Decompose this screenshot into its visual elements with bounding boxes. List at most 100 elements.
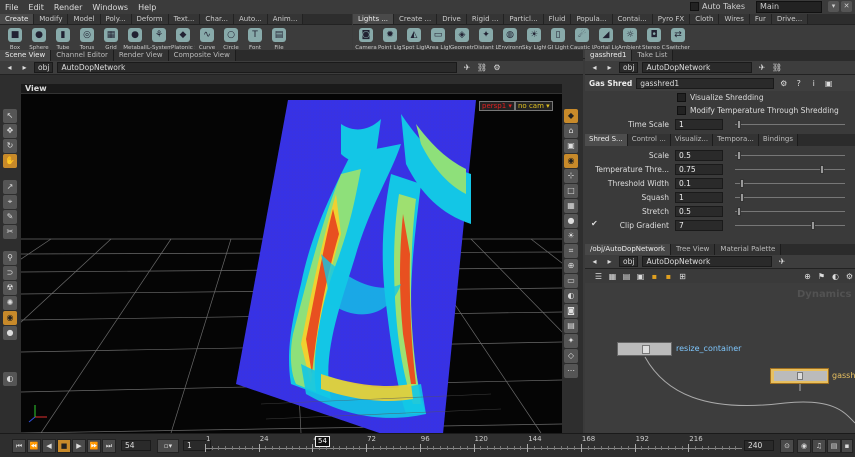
visualize-shredding-checkbox[interactable] (677, 93, 686, 102)
visualize-shredding-row[interactable]: Visualize Shredding (585, 91, 855, 104)
menu-file[interactable]: File (0, 3, 23, 12)
keyframe-icon[interactable]: ⊙ (780, 439, 794, 453)
time-scale-slider[interactable] (735, 120, 845, 129)
param-slider[interactable] (735, 179, 845, 188)
spot-light-tool[interactable]: ◭Spot Light (402, 28, 426, 51)
tab-control[interactable]: Control ... (627, 134, 671, 146)
path-network[interactable]: AutoDopNetwork (642, 62, 753, 73)
font-tool[interactable]: T Font (244, 28, 266, 51)
tab-channel-editor[interactable]: Channel Editor (51, 50, 114, 61)
visual-icon[interactable]: ◇ (564, 349, 578, 363)
window-close-icon[interactable]: ✕ (841, 1, 852, 12)
timeline-scrubber[interactable]: 124487296120144168192216 54 (205, 434, 742, 457)
slider-knob[interactable] (737, 151, 742, 160)
stop-icon[interactable]: ■ (57, 438, 71, 453)
camera-lock-icon[interactable]: ◉ (564, 154, 578, 168)
tile-icon[interactable]: ▤ (621, 271, 632, 282)
grid-view-icon[interactable]: ▦ (607, 271, 618, 282)
shelf-tab-container[interactable]: Contai... (612, 14, 653, 24)
param-slider[interactable] (735, 207, 845, 216)
param-value-field[interactable]: 0.5 (675, 205, 723, 217)
shelf-tab-wires[interactable]: Wires (719, 14, 750, 24)
guide-icon[interactable]: ⊕ (564, 259, 578, 273)
modify-temperature-row[interactable]: Modify Temperature Through Shredding (585, 104, 855, 117)
handle-tool-icon[interactable]: ⌖ (3, 195, 17, 209)
view-tool-icon[interactable]: ✋ (3, 154, 17, 168)
frame-icon[interactable]: ▣ (564, 139, 578, 153)
grid-toggle-icon[interactable]: ⌗ (564, 244, 578, 258)
tab-render-view[interactable]: Render View (113, 50, 169, 61)
go-to-end-icon[interactable]: ⏭ (102, 438, 116, 453)
frame-step-dropdown[interactable]: ▫▾ (157, 438, 179, 453)
shelf-tab-particles[interactable]: Particl... (504, 14, 544, 24)
path-root[interactable]: obj (619, 62, 639, 73)
persp-camera-dropdown[interactable]: persp1 ▾ (479, 101, 515, 111)
ambient-light-tool[interactable]: ☼Ambient L... (618, 28, 642, 51)
shaded-icon[interactable]: ● (564, 214, 578, 228)
select-tool-icon[interactable]: ↖ (3, 109, 17, 123)
shelf-tab-auto[interactable]: Auto... (233, 14, 268, 24)
shelf-tab-populate[interactable]: Popula... (571, 14, 613, 24)
step-forward-icon[interactable]: ⏩ (87, 438, 101, 453)
platonic-tool[interactable]: ◆Platonic S... (171, 28, 195, 51)
play-icon[interactable]: ▶ (72, 438, 86, 453)
auto-takes-checkbox[interactable] (690, 2, 699, 11)
cam-dropdown[interactable]: no cam ▾ (515, 101, 553, 111)
portal-light-tool[interactable]: ◢Portal Light (594, 28, 618, 51)
shelf-tab-create[interactable]: Create (0, 14, 35, 24)
slider-knob[interactable] (740, 179, 745, 188)
metaball-tool[interactable]: ● Metaball (123, 28, 147, 51)
layout-icon[interactable]: ⊞ (677, 271, 688, 282)
node-resize-container[interactable] (617, 342, 672, 356)
color-icon[interactable]: ◐ (830, 271, 841, 282)
shelf-tab-text[interactable]: Text... (168, 14, 201, 24)
slider-knob[interactable] (740, 193, 745, 202)
pin-icon[interactable]: ✈ (461, 62, 472, 73)
brush-tool-icon[interactable]: ✎ (3, 210, 17, 224)
tab-bindings[interactable]: Bindings (758, 134, 799, 146)
dynamics-tool-icon[interactable]: ☢ (3, 281, 17, 295)
info-icon[interactable]: i (808, 78, 819, 89)
tab-take-list[interactable]: Take List (632, 50, 674, 61)
flipbook-icon[interactable]: ▤ (564, 319, 578, 333)
settings-icon[interactable]: ⚙ (844, 271, 855, 282)
param-slider[interactable] (735, 221, 845, 230)
help-icon[interactable]: ? (793, 78, 804, 89)
sim-options-icon[interactable]: ▪ (841, 439, 853, 453)
pin-icon[interactable]: ✈ (756, 62, 767, 73)
rotate-tool-icon[interactable]: ↻ (3, 139, 17, 153)
box-tool[interactable]: ■ Box (4, 28, 26, 51)
step-back-icon[interactable]: ⏪ (27, 438, 41, 453)
tab-network-path[interactable]: /obj/AutoDopNetwork (585, 244, 671, 255)
grid-tool[interactable]: ▦ Grid (100, 28, 122, 51)
light-icon[interactable]: ✦ (564, 334, 578, 348)
background-icon[interactable]: ▭ (564, 274, 578, 288)
back-arrow-icon[interactable]: ◂ (589, 256, 600, 267)
lsystem-tool[interactable]: ⚘ L-System (147, 28, 171, 51)
audio-icon[interactable]: ♫ (812, 439, 826, 453)
switcher-tool[interactable]: ⇄ Switcher (666, 28, 690, 51)
shelf-tab-model[interactable]: Model (68, 14, 101, 24)
circle-tool[interactable]: ○ Circle (220, 28, 242, 51)
pose-tool-icon[interactable]: ↗ (3, 180, 17, 194)
param-slider[interactable] (735, 193, 845, 202)
shelf-tab-cloth[interactable]: Cloth (690, 14, 720, 24)
zoom-icon[interactable]: ⊕ (802, 271, 813, 282)
file-tool[interactable]: ▤ File (268, 28, 290, 51)
forward-arrow-icon[interactable]: ▸ (19, 62, 30, 73)
link-icon[interactable]: ⛓ (771, 62, 782, 73)
path-root[interactable]: obj (34, 62, 54, 73)
realtime-icon[interactable]: ◉ (797, 439, 811, 453)
point-light-tool[interactable]: ✹Point Light (378, 28, 402, 51)
end-frame-field[interactable]: 240 (744, 440, 774, 451)
param-value-field[interactable]: 0.1 (675, 177, 723, 189)
shelf-tab-anim[interactable]: Anim... (267, 14, 304, 24)
settings-icon[interactable]: ⚙ (491, 62, 502, 73)
shelf-tab-modify[interactable]: Modify (34, 14, 69, 24)
path-network[interactable]: AutoDopNetwork (642, 256, 773, 267)
menu-edit[interactable]: Edit (23, 3, 49, 12)
menu-render[interactable]: Render (49, 3, 87, 12)
magnet-tool-icon[interactable]: ⊃ (3, 266, 17, 280)
extra-icon[interactable]: ⋯ (564, 364, 578, 378)
gear-icon[interactable]: ⚙ (778, 78, 789, 89)
